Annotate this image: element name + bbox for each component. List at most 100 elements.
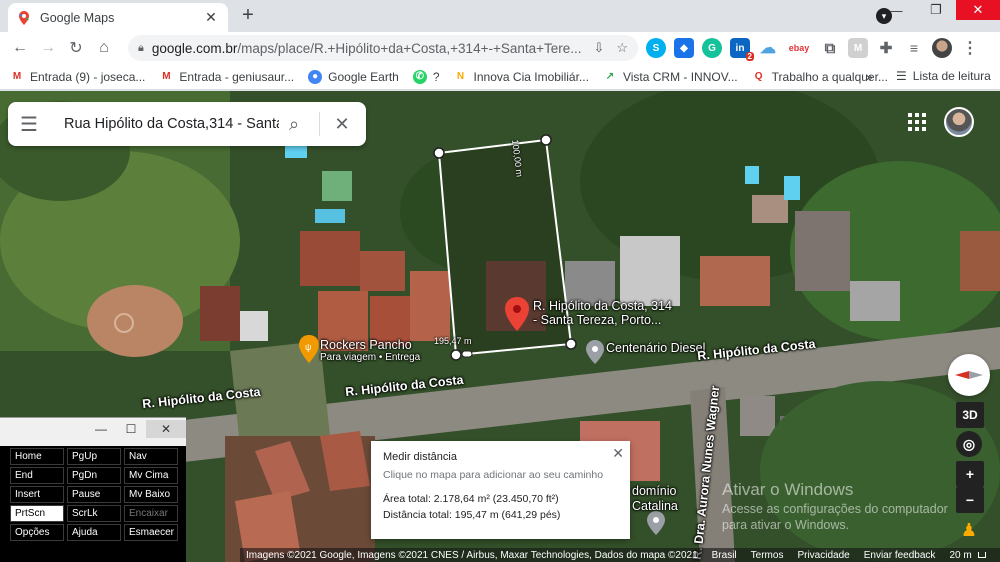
bookmark-item[interactable]: ● Google Earth — [308, 69, 399, 84]
reload-button[interactable]: ↻ — [62, 34, 90, 62]
more-vert-icon[interactable]: ⋮ — [960, 38, 980, 58]
maximize-button[interactable]: ❐ — [916, 0, 956, 20]
keyboard-close-button[interactable]: ✕ — [146, 419, 186, 438]
bookmark-item[interactable]: ✆ ? — [412, 69, 440, 84]
ebay-icon[interactable]: ebay — [786, 38, 812, 58]
puzzle-icon[interactable]: ✚ — [876, 38, 896, 58]
send-feedback-link[interactable]: Enviar feedback — [864, 550, 936, 561]
extensions-bar: S ◆ G in 2 ☁ ebay ⧉ M ✚ ≡ ⋮ — [646, 38, 980, 61]
clear-search-icon[interactable]: ✕ — [330, 114, 354, 135]
rockers-pancho-label[interactable]: Rockers Pancho Para viagem • Entrega — [320, 338, 420, 363]
playlist-icon[interactable]: ≡ — [904, 38, 924, 58]
keyboard-maximize-button[interactable]: ☐ — [116, 422, 146, 436]
measure-card-hint: Clique no mapa para adicionar ao seu cam… — [383, 469, 604, 481]
bookmark-label: Vista CRM - INNOV... — [622, 69, 738, 84]
bookmarks-more-button[interactable]: » — [866, 70, 873, 84]
google-apps-icon[interactable] — [908, 113, 926, 131]
key-move-down[interactable]: Mv Baixo — [124, 486, 178, 503]
key-scrlk[interactable]: ScrLk — [67, 505, 121, 522]
selected-place-label[interactable]: R. Hipólito da Costa, 314 - Santa Tereza… — [533, 299, 672, 327]
3d-toggle-button[interactable]: 3D — [956, 402, 984, 428]
key-help[interactable]: Ajuda — [67, 524, 121, 541]
key-prtscn[interactable]: PrtScn — [10, 505, 64, 522]
profile-avatar[interactable] — [932, 38, 952, 58]
watermark-line: para ativar o Windows. — [722, 518, 850, 532]
close-icon[interactable]: ✕ — [612, 445, 624, 462]
home-button[interactable]: ⌂ — [90, 34, 118, 62]
bookmark-item[interactable]: N Innova Cia Imobiliár... — [454, 70, 589, 84]
compass-control[interactable] — [948, 354, 990, 396]
total-distance: Distância total: 195,47 m (641,29 pés) — [383, 509, 561, 521]
bookmark-item[interactable]: ↗ Vista CRM - INNOV... — [603, 70, 738, 84]
tab-google-maps[interactable]: Google Maps ✕ — [8, 3, 228, 32]
key-nav[interactable]: Nav — [124, 448, 178, 465]
key-pause[interactable]: Pause — [67, 486, 121, 503]
key-move-up[interactable]: Mv Cima — [124, 467, 178, 484]
map-search-box[interactable]: ☰ Rua Hipólito da Costa,314 - Santa Tere… — [8, 102, 366, 146]
translate-icon[interactable]: ⧉ — [820, 38, 840, 58]
pegman-icon[interactable]: ♟ — [956, 515, 982, 545]
hamburger-menu-icon[interactable]: ☰ — [20, 112, 46, 137]
address-bar[interactable]: 🔒︎ google.com.br/maps/place/R.+Hipólito+… — [128, 35, 638, 61]
search-input[interactable]: Rua Hipólito da Costa,314 - Santa Tereza… — [46, 116, 279, 132]
measure-distance-card: Medir distância Clique no mapa para adic… — [371, 441, 630, 539]
on-screen-keyboard: — ☐ ✕ Home PgUp Nav End PgDn Mv Cima Ins… — [0, 417, 186, 562]
zoom-out-button[interactable]: − — [956, 487, 984, 513]
cloud-icon[interactable]: ☁ — [758, 38, 778, 58]
minimize-button[interactable]: — — [876, 0, 916, 20]
terms-link[interactable]: Termos — [751, 550, 784, 561]
url-host: google.com.br — [151, 40, 238, 56]
key-pgdn[interactable]: PgDn — [67, 467, 121, 484]
condominio-label[interactable]: domínio Catalina — [632, 484, 678, 514]
reading-list-icon: ☰ — [896, 69, 907, 83]
lock-icon[interactable]: 🔒︎ — [138, 42, 144, 55]
address-line: R. Hipólito da Costa, 314 — [533, 299, 672, 313]
centenario-diesel-label[interactable]: Centenário Diesel — [606, 341, 705, 355]
bookmark-label: Entrada (9) - joseca... — [30, 69, 146, 84]
total-area: Área total: 2.178,64 m² (23.450,70 ft²) — [383, 493, 559, 505]
key-insert[interactable]: Insert — [10, 486, 64, 503]
forward-button[interactable]: → — [34, 34, 62, 62]
window-close-button[interactable]: ✕ — [956, 0, 1000, 20]
key-end[interactable]: End — [10, 467, 64, 484]
privacy-link[interactable]: Privacidade — [797, 550, 849, 561]
key-dock[interactable]: Encaixar — [124, 505, 178, 522]
my-location-icon[interactable]: ◎ — [956, 431, 982, 457]
country-link[interactable]: Brasil — [712, 550, 737, 561]
windows-activation-watermark: Ativar o Windows Acesse as configurações… — [722, 480, 948, 532]
watermark-line: Ativar o Windows — [722, 480, 854, 499]
scale-label[interactable]: 20 m — [949, 550, 971, 561]
shield-icon[interactable]: ◆ — [674, 38, 694, 58]
key-home[interactable]: Home — [10, 448, 64, 465]
map-attribution-bar: Imagens ©2021 Google, Imagens ©2021 CNES… — [240, 548, 1000, 562]
url-text[interactable]: google.com.br/maps/place/R.+Hipólito+da+… — [152, 41, 582, 56]
google-earth-icon: ● — [308, 69, 323, 84]
grammarly-icon[interactable]: G — [702, 38, 722, 58]
svg-text:ψ: ψ — [305, 342, 311, 352]
bookmark-item[interactable]: M Entrada (9) - joseca... — [10, 69, 146, 84]
mendeley-icon[interactable]: M — [848, 38, 868, 58]
key-options[interactable]: Opções — [10, 524, 64, 541]
bookmark-label: ? — [432, 69, 440, 84]
search-icon[interactable]: ⌕ — [279, 114, 309, 135]
account-avatar[interactable] — [944, 107, 974, 137]
back-button[interactable]: ← — [6, 34, 34, 62]
bookmark-star-icon[interactable]: ☆ — [616, 40, 628, 56]
zoom-in-button[interactable]: + — [956, 461, 984, 487]
tab-close-icon[interactable]: ✕ — [202, 9, 220, 26]
key-pgup[interactable]: PgUp — [67, 448, 121, 465]
reading-list-label: Lista de leitura — [912, 69, 991, 83]
place-subtitle: Para viagem • Entrega — [320, 352, 421, 363]
keyboard-minimize-button[interactable]: — — [86, 422, 116, 436]
new-tab-button[interactable]: + — [236, 4, 260, 27]
reading-list-button[interactable]: ☰ Lista de leitura — [896, 69, 991, 83]
skype-icon[interactable]: S — [646, 38, 666, 58]
url-path: /maps/place/R.+Hipólito+da+Costa,+314+-+… — [237, 40, 582, 56]
key-fade[interactable]: Esmaecer — [124, 524, 178, 541]
map-canvas[interactable]: ψ ☰ Rua Hipólito da Costa,314 - Santa Te… — [0, 91, 1000, 562]
bookmark-label: Google Earth — [328, 69, 399, 84]
install-app-icon[interactable]: ⇩ — [593, 40, 604, 56]
linkedin-icon[interactable]: in 2 — [730, 38, 754, 61]
google-maps-icon — [18, 10, 29, 25]
bookmark-item[interactable]: M Entrada - geniusaur... — [159, 70, 294, 84]
